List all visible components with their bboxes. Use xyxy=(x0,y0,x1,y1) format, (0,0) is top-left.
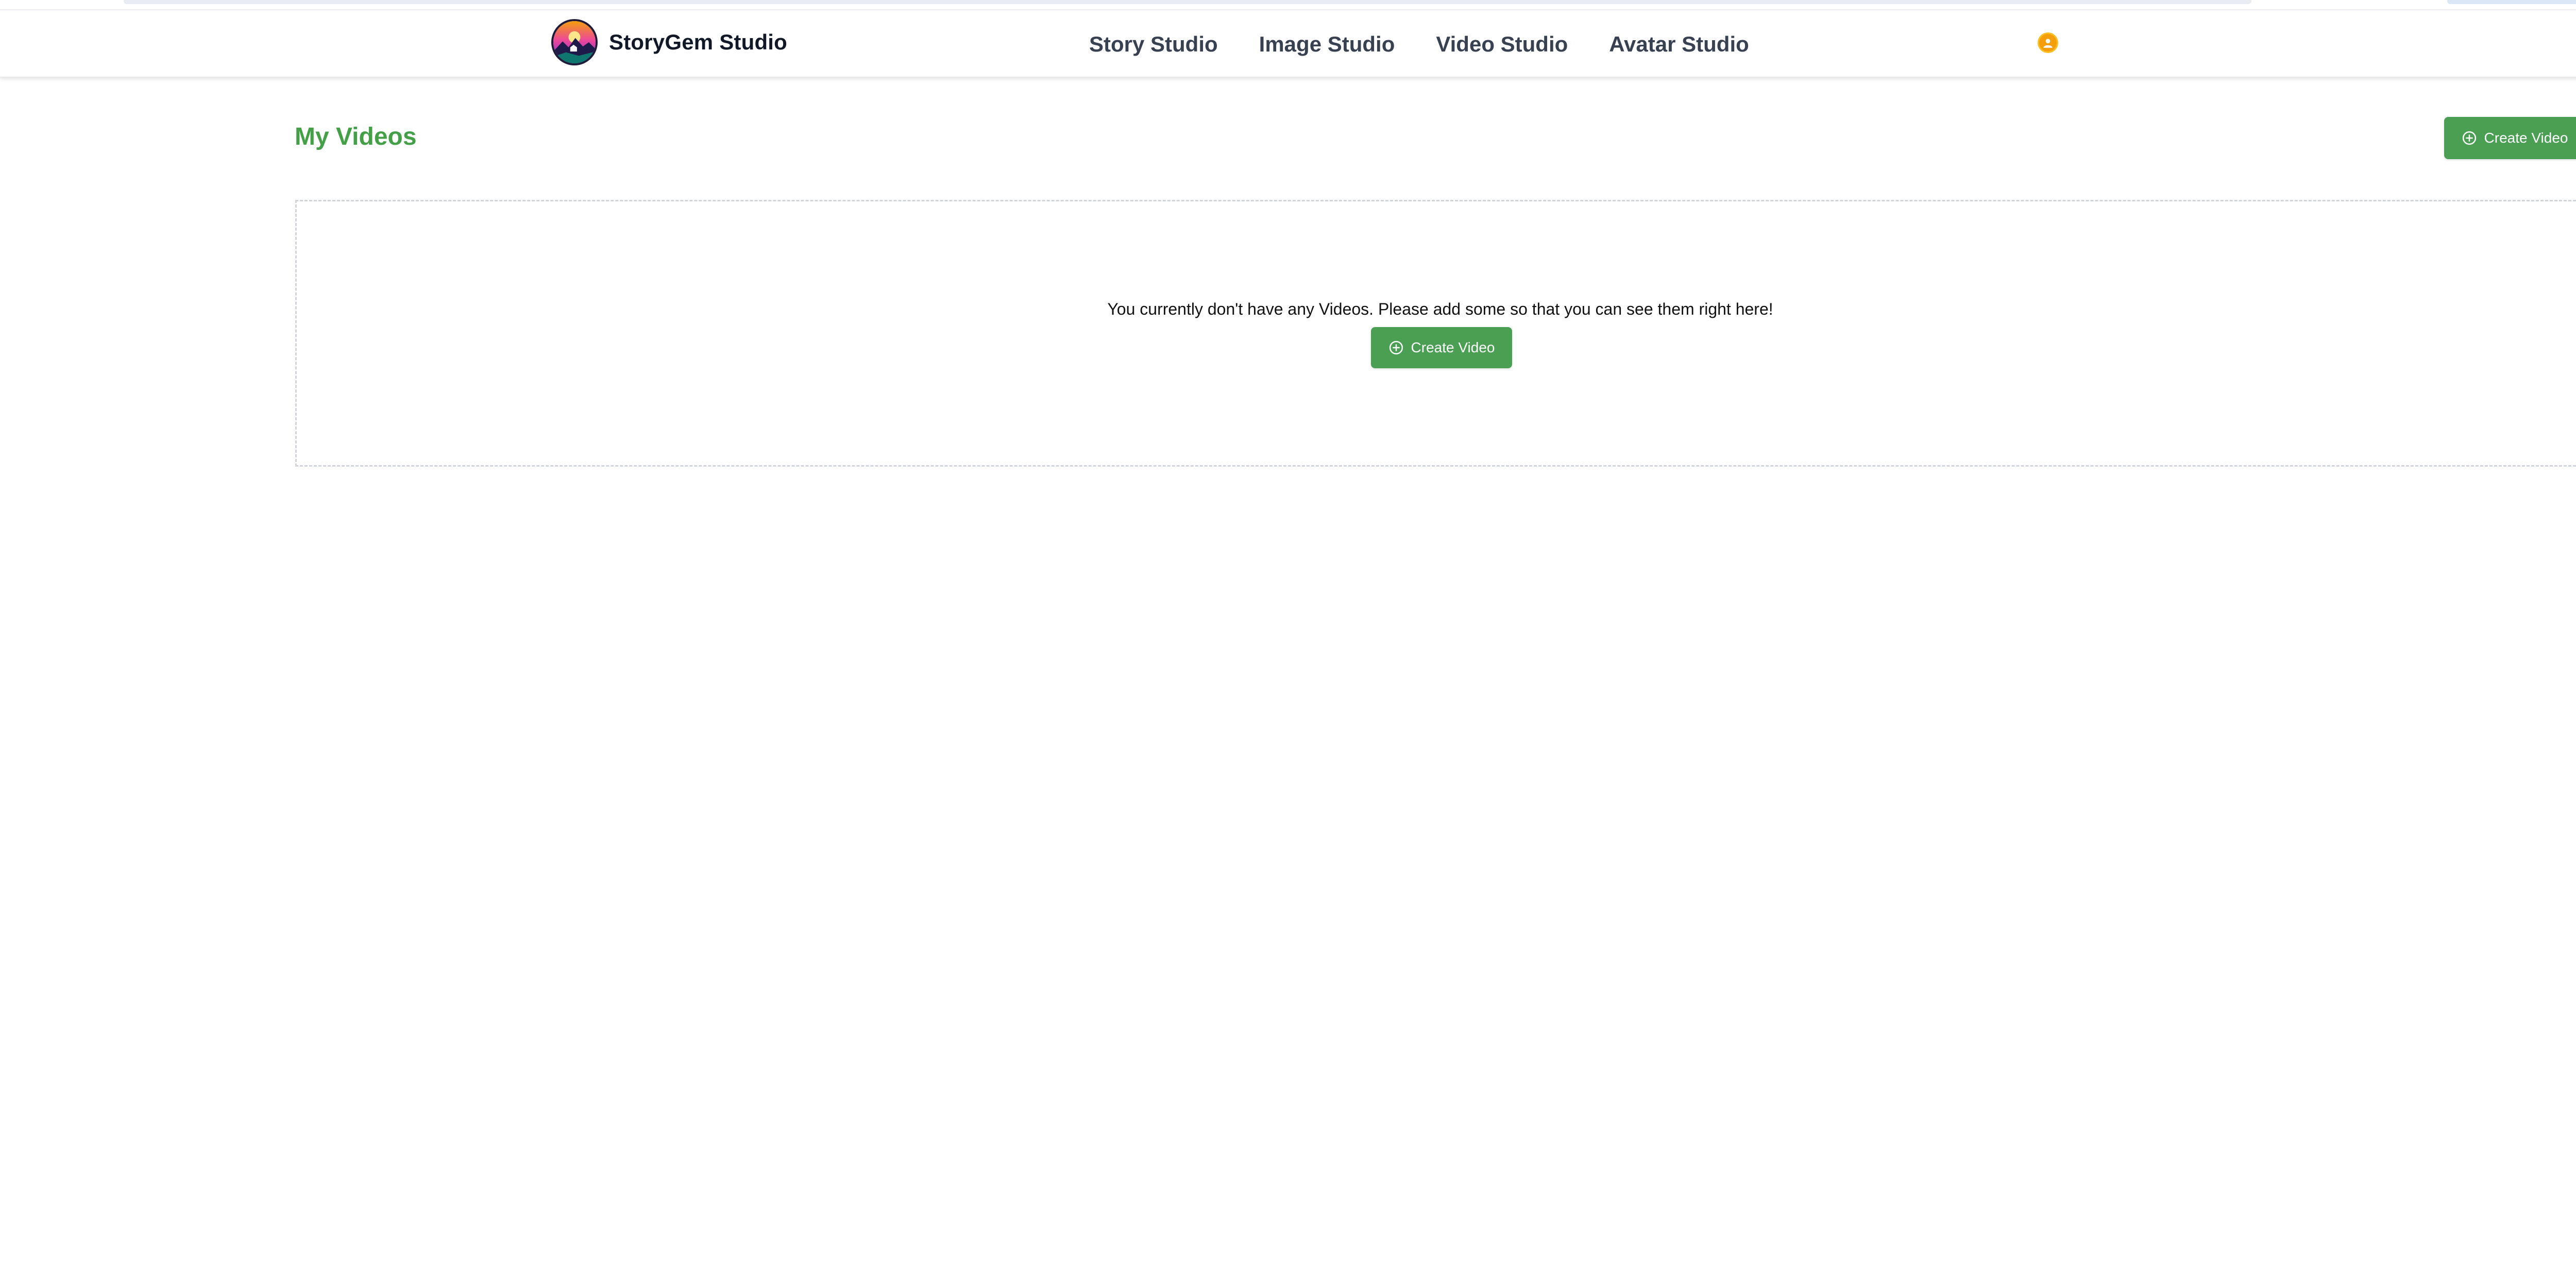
plus-circle-icon xyxy=(1389,340,1403,355)
brand[interactable]: StoryGem Studio xyxy=(551,19,787,65)
storygem-logo-icon xyxy=(551,19,598,65)
browser-top-strip xyxy=(0,0,2576,10)
empty-state-message: You currently don't have any Videos. Ple… xyxy=(1107,300,1773,318)
top-navbar: StoryGem Studio Story Studio Image Studi… xyxy=(0,10,2576,77)
user-icon xyxy=(2043,39,2053,48)
create-video-button[interactable]: Create Video xyxy=(2444,117,2576,159)
browser-tab-strip xyxy=(124,0,2251,4)
empty-state-create-video-button[interactable]: Create Video xyxy=(1371,327,1512,368)
nav-story-studio[interactable]: Story Studio xyxy=(1089,32,1218,57)
plus-circle-icon xyxy=(2462,131,2476,145)
page-title: My Videos xyxy=(295,123,417,150)
nav-image-studio[interactable]: Image Studio xyxy=(1259,32,1395,57)
create-video-button-label: Create Video xyxy=(2484,130,2568,146)
brand-name: StoryGem Studio xyxy=(609,30,788,54)
nav-video-studio[interactable]: Video Studio xyxy=(1436,32,1568,57)
user-avatar-icon[interactable] xyxy=(2038,32,2058,53)
empty-state-panel: You currently don't have any Videos. Ple… xyxy=(295,200,2576,467)
main-nav: Story Studio Image Studio Video Studio A… xyxy=(1089,29,1749,60)
empty-state-button-label: Create Video xyxy=(1411,339,1495,355)
browser-tab-strip-right xyxy=(2447,0,2576,4)
nav-avatar-studio[interactable]: Avatar Studio xyxy=(1609,32,1749,57)
